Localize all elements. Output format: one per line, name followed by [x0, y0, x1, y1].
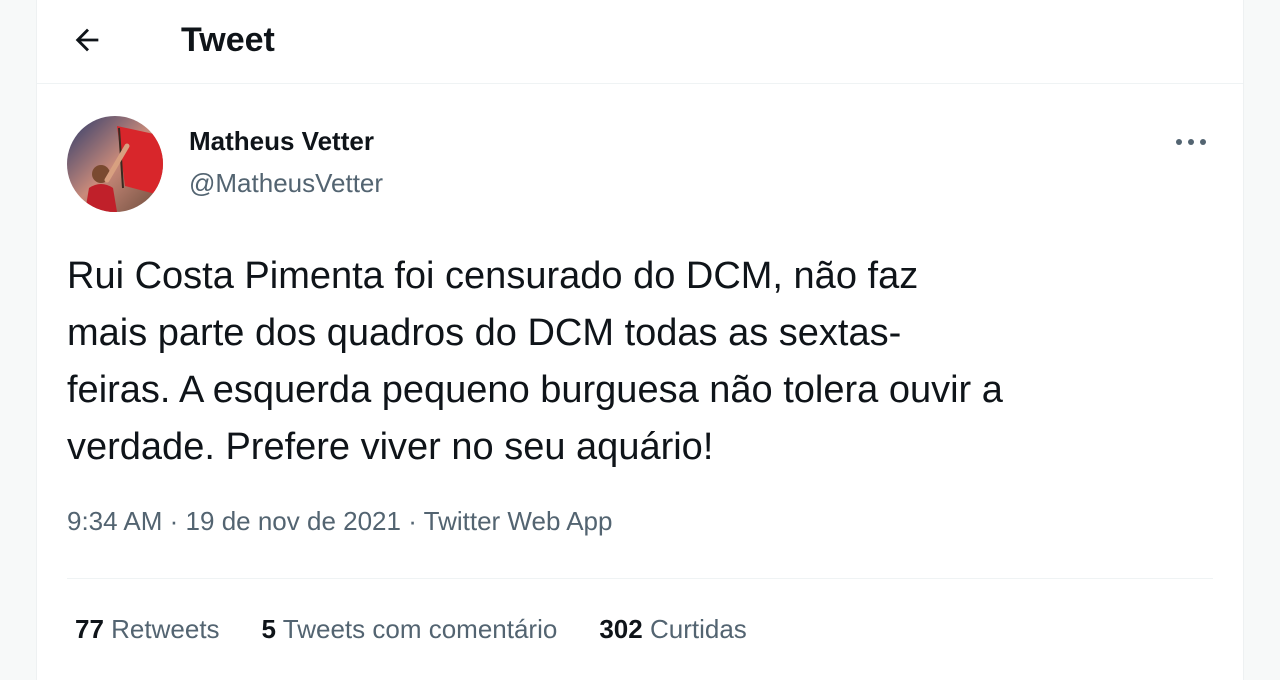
author-name[interactable]: Matheus Vetter [189, 126, 374, 157]
profile-photo-icon [67, 116, 163, 212]
arrow-left-icon [75, 28, 99, 52]
back-button[interactable] [67, 20, 107, 60]
tweet-source[interactable]: Twitter Web App [424, 506, 613, 536]
tweet-time[interactable]: 9:34 AM [67, 506, 162, 536]
tweet-stats: 77 Retweets 5 Tweets com comentário 302 … [75, 614, 747, 645]
retweets-count: 77 [75, 614, 104, 644]
tweet-metadata: 9:34 AM · 19 de nov de 2021 · Twitter We… [67, 506, 612, 537]
divider [67, 578, 1213, 579]
likes-label: Curtidas [649, 614, 747, 644]
retweets-label: Retweets [111, 614, 220, 644]
more-button[interactable] [1171, 126, 1211, 158]
quotes-label: Tweets com comentário [282, 614, 558, 644]
meta-separator: · [408, 506, 417, 536]
retweets-stat[interactable]: 77 Retweets [75, 614, 220, 645]
page-header: Tweet [37, 0, 1243, 84]
tweet-date[interactable]: 19 de nov de 2021 [186, 506, 401, 536]
more-horizontal-icon [1176, 139, 1206, 145]
author-handle[interactable]: @MatheusVetter [189, 168, 383, 199]
quotes-count: 5 [261, 614, 277, 644]
tweet-column: Tweet Matheus Vetter @MatheusVetter Rui … [36, 0, 1244, 680]
likes-stat[interactable]: 302 Curtidas [599, 614, 746, 645]
tweet-text: Rui Costa Pimenta foi censurado do DCM, … [67, 255, 1003, 468]
avatar[interactable] [67, 116, 163, 212]
page-title: Tweet [181, 21, 275, 59]
meta-separator: · [169, 506, 179, 536]
likes-count: 302 [599, 614, 643, 644]
quotes-stat[interactable]: 5 Tweets com comentário [262, 614, 558, 645]
